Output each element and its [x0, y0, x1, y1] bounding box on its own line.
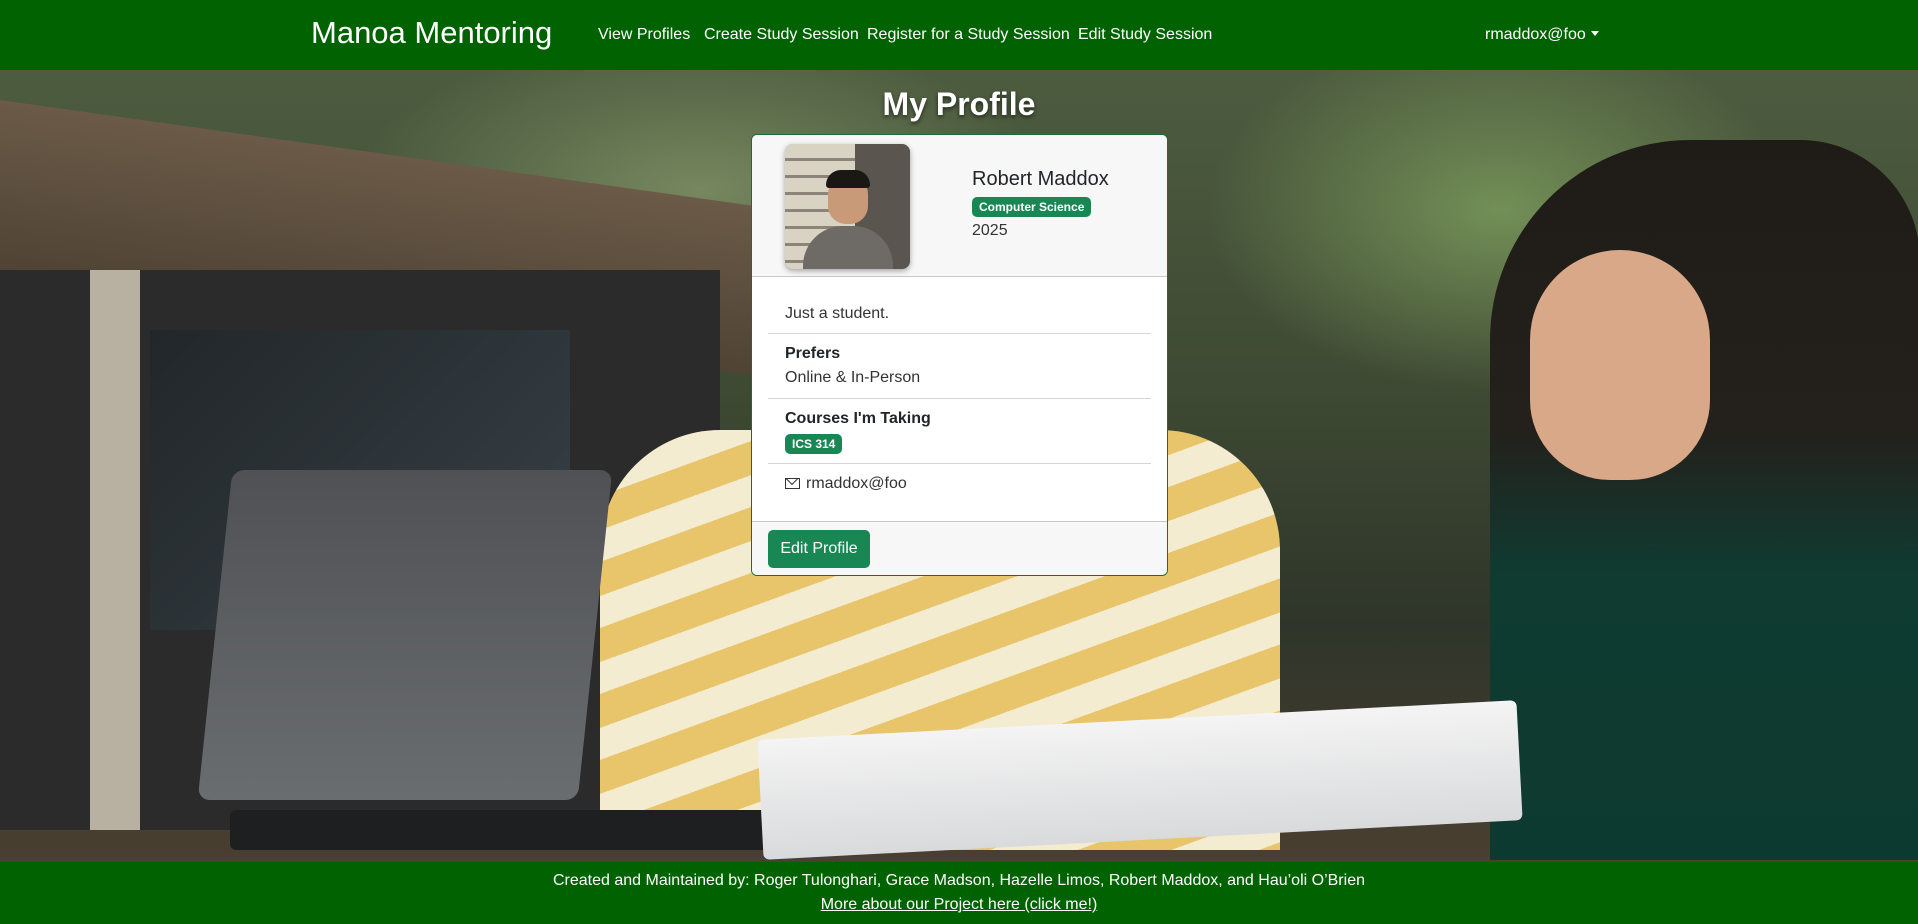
footer-credits: Created and Maintained by: Roger Tulongh…: [553, 872, 1365, 889]
course-badge: ICS 314: [785, 434, 843, 454]
prefers-value: Online & In-Person: [785, 369, 921, 386]
user-dropdown[interactable]: rmaddox@foo: [1485, 24, 1599, 46]
graduation-year: 2025: [972, 222, 1008, 239]
profile-card-header: Robert Maddox Computer Science 2025: [752, 135, 1167, 277]
profile-email: rmaddox@foo: [806, 475, 907, 492]
nav-edit-study-session[interactable]: Edit Study Session: [1078, 24, 1212, 46]
divider: [768, 463, 1151, 464]
divider: [768, 333, 1151, 334]
profile-avatar: [785, 144, 910, 269]
user-email-label: rmaddox@foo: [1485, 26, 1586, 43]
nav-create-study-session[interactable]: Create Study Session: [704, 24, 859, 46]
top-navbar: Manoa Mentoring View Profiles Create Stu…: [0, 0, 1918, 70]
nav-view-profiles[interactable]: View Profiles: [598, 24, 690, 46]
major-badge: Computer Science: [972, 197, 1092, 217]
page-footer: Created and Maintained by: Roger Tulongh…: [0, 862, 1918, 924]
prefers-label: Prefers: [785, 345, 841, 362]
project-info-link[interactable]: More about our Project here (click me!): [821, 896, 1098, 913]
envelope-icon: [785, 478, 800, 489]
caret-down-icon: [1590, 31, 1599, 36]
nav-register-study-session[interactable]: Register for a Study Session: [867, 24, 1070, 46]
divider: [768, 398, 1151, 399]
page-title: My Profile: [882, 86, 1036, 122]
profile-bio: Just a student.: [785, 305, 890, 322]
brand-logo[interactable]: Manoa Mentoring: [311, 13, 552, 53]
profile-card-footer: Edit Profile: [752, 521, 1167, 575]
edit-profile-button[interactable]: Edit Profile: [768, 530, 870, 568]
email-row: rmaddox@foo: [785, 475, 907, 493]
profile-card: Robert Maddox Computer Science 2025 Just…: [751, 134, 1168, 576]
courses-label: Courses I'm Taking: [785, 410, 931, 427]
profile-name: Robert Maddox: [972, 168, 1109, 190]
